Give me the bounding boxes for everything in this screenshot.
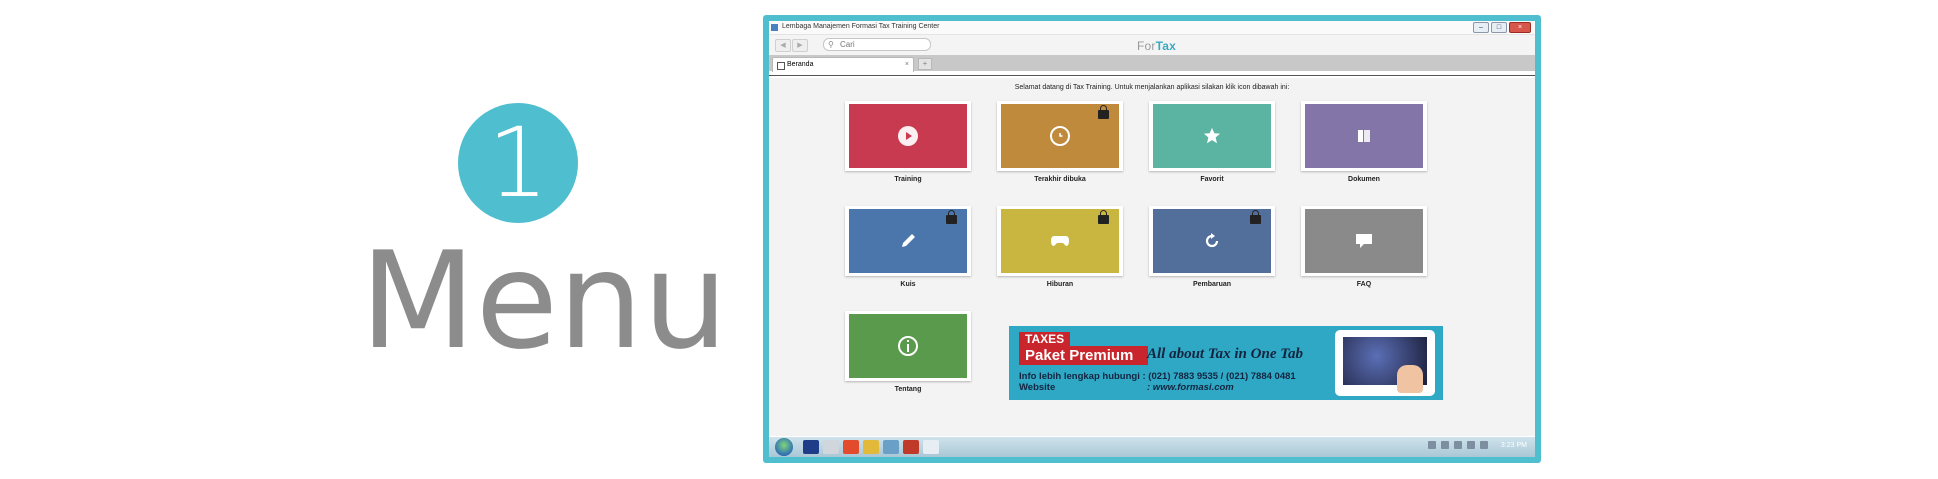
system-tray: 3:23 PM [1427, 441, 1527, 449]
start-button[interactable] [775, 438, 793, 456]
clock[interactable]: 3:23 PM [1501, 442, 1527, 449]
tile-label: Hiburan [1046, 281, 1074, 288]
tile-image [1001, 209, 1119, 273]
close-button[interactable]: × [1509, 22, 1531, 33]
tablet-illustration [1335, 330, 1435, 396]
taskbar-app-icon[interactable] [843, 440, 859, 454]
tile-label: Tentang [894, 386, 922, 393]
search-input[interactable] [840, 39, 926, 50]
tile-image [1153, 104, 1271, 168]
chat-icon [1354, 231, 1374, 251]
app-window: Lembaga Manajemen Formasi Tax Training C… [769, 21, 1535, 457]
tab-label: Beranda [787, 61, 814, 68]
divider [769, 75, 1535, 76]
main-content: Selamat datang di Tax Training. Untuk me… [769, 78, 1535, 436]
step-number: 1 [487, 107, 549, 219]
banner-tagline: All about Tax in One Tab [1147, 346, 1304, 362]
contact-label: Info lebih lengkap hubungi [1019, 371, 1140, 382]
tile-label: Kuis [900, 281, 916, 288]
tile-label: FAQ [1356, 281, 1372, 288]
tile-image [1305, 104, 1423, 168]
brand-logo: ForTax [1137, 39, 1176, 53]
tile-terakhir-dibuka[interactable]: Terakhir dibuka [997, 101, 1123, 183]
tile-dokumen[interactable]: Dokumen [1301, 101, 1427, 183]
search-box[interactable]: ⚲ [823, 38, 931, 51]
promo-banner[interactable]: TAXES Paket Premium All about Tax in One… [1009, 326, 1443, 400]
taskbar-app-icon[interactable] [803, 440, 819, 454]
banner-website-row: Website : www.formasi.com [1019, 382, 1296, 393]
hand-illustration [1397, 365, 1423, 393]
tile-kuis[interactable]: Kuis [845, 206, 971, 288]
website-value: : www.formasi.com [1147, 382, 1234, 393]
minimize-button[interactable]: – [1473, 22, 1489, 33]
tile-pembaruan[interactable]: Pembaruan [1149, 206, 1275, 288]
taskbar: 3:23 PM [769, 437, 1535, 457]
brand-text-tax: Tax [1155, 39, 1176, 53]
tile-image [1305, 209, 1423, 273]
banner-info: Info lebih lengkap hubungi : (021) 7883 … [1019, 371, 1296, 393]
tile-label: Pembaruan [1192, 281, 1232, 288]
tab-beranda[interactable]: Beranda × [772, 57, 914, 72]
contact-value: : (021) 7883 9535 / (021) 7884 0481 [1142, 371, 1296, 382]
taskbar-app-icon[interactable] [883, 440, 899, 454]
tab-strip: Beranda × + [769, 55, 1535, 72]
clock-icon [1050, 126, 1070, 146]
tile-training[interactable]: Training [845, 101, 971, 183]
lock-icon [1098, 210, 1109, 224]
welcome-text: Selamat datang di Tax Training. Untuk me… [1014, 84, 1290, 91]
taskbar-app-icon[interactable] [823, 440, 839, 454]
tile-label: Training [894, 176, 922, 183]
tile-label: Dokumen [1348, 176, 1380, 183]
tray-icon[interactable] [1453, 441, 1462, 449]
window-title: Lembaga Manajemen Formasi Tax Training C… [782, 23, 940, 30]
tile-hiburan[interactable]: Hiburan [997, 206, 1123, 288]
search-icon: ⚲ [828, 40, 834, 49]
banner-heading-paket: Paket Premium [1019, 346, 1148, 365]
app-icon [771, 24, 778, 31]
title-bar: Lembaga Manajemen Formasi Tax Training C… [769, 21, 1535, 35]
device-frame: Lembaga Manajemen Formasi Tax Training C… [763, 15, 1541, 463]
step-badge: 1 [458, 103, 578, 223]
pencil-icon [898, 231, 918, 251]
lock-icon [946, 210, 957, 224]
tray-icon[interactable] [1466, 441, 1475, 449]
taskbar-app-icon[interactable] [923, 440, 939, 454]
taskbar-app-icon[interactable] [863, 440, 879, 454]
tile-tentang[interactable]: Tentang [845, 311, 971, 393]
tray-icon[interactable] [1479, 441, 1488, 449]
lock-icon [1250, 210, 1261, 224]
tile-image [1001, 104, 1119, 168]
website-label: Website [1019, 382, 1056, 393]
info-icon [898, 336, 918, 356]
tile-image [849, 104, 967, 168]
play-icon [898, 126, 918, 146]
banner-contact-row: Info lebih lengkap hubungi : (021) 7883 … [1019, 371, 1296, 382]
gamepad-icon [1050, 231, 1070, 251]
window-controls: – □ × [1473, 22, 1531, 33]
tile-image [849, 209, 967, 273]
tile-favorit[interactable]: Favorit [1149, 101, 1275, 183]
document-icon [1354, 126, 1374, 146]
tile-image [1153, 209, 1271, 273]
tile-image [849, 314, 967, 378]
tray-icon[interactable] [1440, 441, 1449, 449]
toolbar: ◀ ▶ ⚲ ForTax [769, 35, 1535, 55]
banner-heading-taxes: TAXES [1019, 332, 1071, 347]
refresh-icon [1202, 231, 1222, 251]
star-icon [1202, 126, 1222, 146]
forward-button[interactable]: ▶ [792, 39, 808, 52]
brand-text-for: For [1137, 39, 1156, 53]
back-button[interactable]: ◀ [775, 39, 791, 52]
maximize-button[interactable]: □ [1491, 22, 1507, 33]
tile-label: Favorit [1200, 176, 1224, 183]
taskbar-app-icon[interactable] [903, 440, 919, 454]
new-tab-button[interactable]: + [918, 58, 932, 70]
tile-faq[interactable]: FAQ [1301, 206, 1427, 288]
tray-icon[interactable] [1427, 441, 1436, 449]
tab-close-icon[interactable]: × [905, 58, 909, 72]
lock-icon [1098, 105, 1109, 119]
home-icon [777, 62, 785, 70]
step-title: Menu [360, 223, 728, 379]
tile-label: Terakhir dibuka [1034, 176, 1086, 183]
